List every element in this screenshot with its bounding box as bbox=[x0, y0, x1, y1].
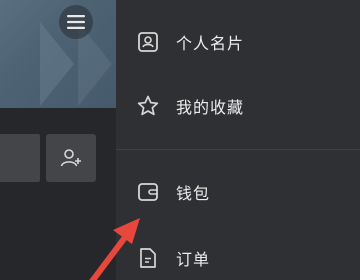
background-tile bbox=[0, 134, 40, 182]
hamburger-menu-icon bbox=[67, 15, 85, 29]
background-panel bbox=[0, 0, 116, 280]
side-drawer: 个人名片 我的收藏 钱包 订单 bbox=[116, 0, 360, 280]
menu-item-label: 订单 bbox=[176, 250, 211, 269]
menu-item-favorites[interactable]: 我的收藏 bbox=[116, 86, 360, 126]
menu-item-label: 钱包 bbox=[176, 184, 211, 203]
menu-item-label: 个人名片 bbox=[176, 34, 245, 53]
add-friend-button[interactable] bbox=[46, 134, 96, 182]
add-person-icon bbox=[60, 149, 81, 167]
order-document-icon bbox=[136, 246, 160, 270]
profile-card-icon bbox=[136, 30, 160, 54]
wallet-icon bbox=[136, 180, 160, 204]
menu-button[interactable] bbox=[59, 5, 93, 39]
menu-item-label: 我的收藏 bbox=[176, 98, 245, 117]
star-icon bbox=[136, 94, 160, 118]
menu-item-orders[interactable]: 订单 bbox=[116, 238, 360, 278]
menu-divider bbox=[116, 149, 360, 150]
header-banner bbox=[0, 0, 116, 108]
menu-item-wallet[interactable]: 钱包 bbox=[116, 172, 360, 212]
menu-item-profile-card[interactable]: 个人名片 bbox=[116, 22, 360, 62]
